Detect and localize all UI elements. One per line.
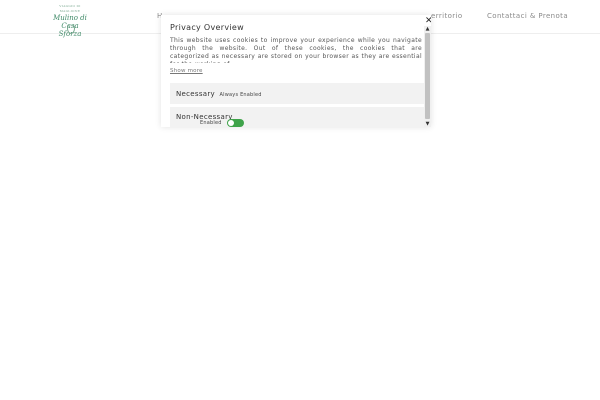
- dialog-scrollbar[interactable]: ▲ ▼: [424, 26, 431, 127]
- scroll-down-icon[interactable]: ▼: [424, 121, 431, 127]
- category-necessary[interactable]: Necessary Always Enabled: [170, 83, 424, 104]
- category-non-necessary[interactable]: Non-Necessary Enabled: [170, 107, 424, 127]
- logo-tagline: VIAGGIO DI MAGLIONE: [59, 4, 81, 13]
- site-logo[interactable]: VIAGGIO DI MAGLIONE Mulino di Casa Sforz…: [51, 4, 89, 38]
- scroll-up-icon[interactable]: ▲: [424, 26, 431, 32]
- toggle-knob: [228, 120, 234, 126]
- dialog-description: This website uses cookies to improve you…: [170, 37, 422, 63]
- close-icon[interactable]: ✕: [425, 17, 431, 26]
- show-more-link[interactable]: Show more: [170, 68, 203, 74]
- cookie-privacy-dialog: Privacy Overview This website uses cooki…: [161, 15, 431, 127]
- logo-swirl-icon: [67, 23, 75, 34]
- scrollbar-thumb[interactable]: [425, 33, 430, 119]
- page: VIAGGIO DI MAGLIONE Mulino di Casa Sforz…: [0, 0, 600, 400]
- logo-line-1: Mulino di: [53, 14, 87, 22]
- dialog-title: Privacy Overview: [170, 23, 244, 32]
- category-necessary-label: Necessary Always Enabled: [176, 90, 262, 98]
- dialog-content: Privacy Overview This website uses cooki…: [161, 15, 424, 127]
- nav-contattaci-prenota[interactable]: Contattaci & Prenota: [487, 12, 568, 20]
- category-necessary-status: Always Enabled: [219, 92, 262, 98]
- nav-territorio[interactable]: erritorio: [431, 12, 463, 20]
- non-necessary-toggle[interactable]: [227, 119, 244, 127]
- category-non-necessary-status: Enabled: [200, 120, 222, 126]
- category-necessary-name: Necessary: [176, 90, 216, 98]
